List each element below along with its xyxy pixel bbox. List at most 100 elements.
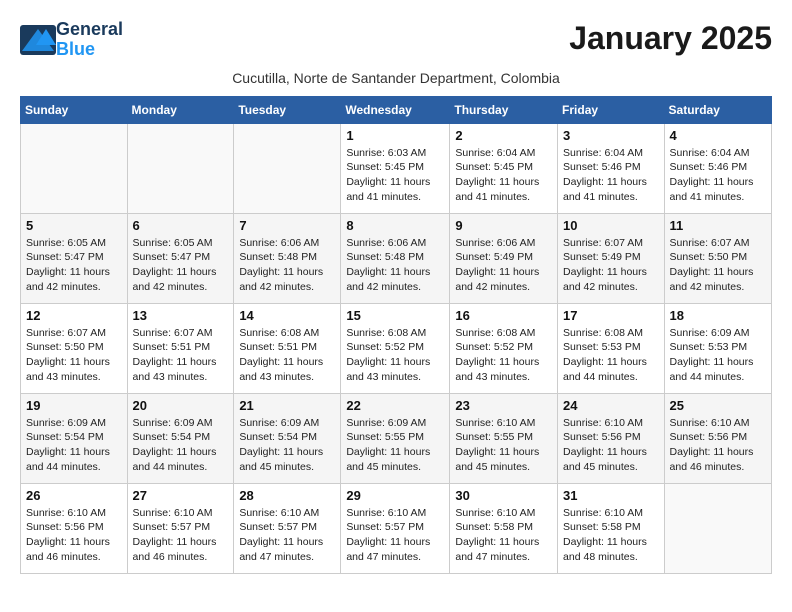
col-sunday: Sunday — [21, 96, 128, 123]
day-number: 23 — [455, 398, 552, 413]
calendar-cell: 13 Sunrise: 6:07 AMSunset: 5:51 PMDayligh… — [127, 303, 234, 393]
day-info: Sunrise: 6:07 AMSunset: 5:51 PMDaylight:… — [133, 326, 229, 385]
day-info: Sunrise: 6:04 AMSunset: 5:46 PMDaylight:… — [563, 146, 659, 205]
calendar-cell: 20Sunrise: 6:09 AMSunset: 5:54 PMDayligh… — [127, 393, 234, 483]
day-number: 26 — [26, 488, 122, 503]
calendar-cell: 1 Sunrise: 6:03 AMSunset: 5:45 PMDaylight… — [341, 123, 450, 213]
day-info: Sunrise: 6:07 AMSunset: 5:50 PMDaylight:… — [670, 236, 766, 295]
day-info: Sunrise: 6:09 AMSunset: 5:54 PMDaylight:… — [239, 416, 335, 475]
day-number: 6 — [133, 218, 229, 233]
day-number: 12 — [26, 308, 122, 323]
day-number: 24 — [563, 398, 659, 413]
day-number: 8 — [346, 218, 444, 233]
calendar-cell: 29Sunrise: 6:10 AMSunset: 5:57 PMDayligh… — [341, 483, 450, 573]
col-wednesday: Wednesday — [341, 96, 450, 123]
day-info: Sunrise: 6:09 AMSunset: 5:55 PMDaylight:… — [346, 416, 444, 475]
day-info: Sunrise: 6:04 AMSunset: 5:45 PMDaylight:… — [455, 146, 552, 205]
col-friday: Friday — [558, 96, 665, 123]
day-info: Sunrise: 6:09 AMSunset: 5:53 PMDaylight:… — [670, 326, 766, 385]
calendar-cell: 19 Sunrise: 6:09 AMSunset: 5:54 PMDayligh… — [21, 393, 128, 483]
day-info: Sunrise: 6:09 AMSunset: 5:54 PMDaylight:… — [26, 416, 122, 475]
calendar-cell: 5 Sunrise: 6:05 AMSunset: 5:47 PMDaylight… — [21, 213, 128, 303]
calendar-cell: 26 Sunrise: 6:10 AMSunset: 5:56 PMDayligh… — [21, 483, 128, 573]
calendar-header-row: Sunday Monday Tuesday Wednesday Thursday… — [21, 96, 772, 123]
day-number: 17 — [563, 308, 659, 323]
calendar-cell: 4Sunrise: 6:04 AMSunset: 5:46 PMDaylight… — [664, 123, 771, 213]
day-number: 31 — [563, 488, 659, 503]
day-info: Sunrise: 6:05 AMSunset: 5:47 PMDaylight:… — [26, 236, 122, 295]
day-info: Sunrise: 6:07 AMSunset: 5:50 PMDaylight:… — [26, 326, 122, 385]
day-info: Sunrise: 6:08 AMSunset: 5:52 PMDaylight:… — [346, 326, 444, 385]
day-number: 19 — [26, 398, 122, 413]
col-monday: Monday — [127, 96, 234, 123]
day-number: 21 — [239, 398, 335, 413]
day-info: Sunrise: 6:04 AMSunset: 5:46 PMDaylight:… — [670, 146, 766, 205]
page-title: January 2025 — [569, 20, 772, 57]
day-number: 15 — [346, 308, 444, 323]
calendar-cell — [21, 123, 128, 213]
day-info: Sunrise: 6:06 AMSunset: 5:49 PMDaylight:… — [455, 236, 552, 295]
day-info: Sunrise: 6:09 AMSunset: 5:54 PMDaylight:… — [133, 416, 229, 475]
calendar-cell: 17 Sunrise: 6:08 AMSunset: 5:53 PMDayligh… — [558, 303, 665, 393]
calendar-cell: 9 Sunrise: 6:06 AMSunset: 5:49 PMDaylight… — [450, 213, 558, 303]
day-number: 1 — [346, 128, 444, 143]
calendar-row-2: 5 Sunrise: 6:05 AMSunset: 5:47 PMDaylight… — [21, 213, 772, 303]
day-number: 7 — [239, 218, 335, 233]
day-number: 14 — [239, 308, 335, 323]
day-info: Sunrise: 6:08 AMSunset: 5:52 PMDaylight:… — [455, 326, 552, 385]
day-number: 10 — [563, 218, 659, 233]
calendar-cell: 6 Sunrise: 6:05 AMSunset: 5:47 PMDaylight… — [127, 213, 234, 303]
day-info: Sunrise: 6:07 AMSunset: 5:49 PMDaylight:… — [563, 236, 659, 295]
day-info: Sunrise: 6:08 AMSunset: 5:53 PMDaylight:… — [563, 326, 659, 385]
calendar-cell — [664, 483, 771, 573]
calendar-cell: 25 Sunrise: 6:10 AMSunset: 5:56 PMDayligh… — [664, 393, 771, 483]
day-number: 13 — [133, 308, 229, 323]
col-saturday: Saturday — [664, 96, 771, 123]
day-info: Sunrise: 6:10 AMSunset: 5:57 PMDaylight:… — [133, 506, 229, 565]
day-number: 11 — [670, 218, 766, 233]
day-info: Sunrise: 6:03 AMSunset: 5:45 PMDaylight:… — [346, 146, 444, 205]
day-info: Sunrise: 6:10 AMSunset: 5:58 PMDaylight:… — [563, 506, 659, 565]
day-number: 2 — [455, 128, 552, 143]
calendar-row-4: 19 Sunrise: 6:09 AMSunset: 5:54 PMDayligh… — [21, 393, 772, 483]
page-subtitle: Cucutilla, Norte de Santander Department… — [20, 70, 772, 86]
day-info: Sunrise: 6:10 AMSunset: 5:56 PMDaylight:… — [26, 506, 122, 565]
day-info: Sunrise: 6:06 AMSunset: 5:48 PMDaylight:… — [239, 236, 335, 295]
day-number: 3 — [563, 128, 659, 143]
day-number: 5 — [26, 218, 122, 233]
calendar-cell: 27Sunrise: 6:10 AMSunset: 5:57 PMDayligh… — [127, 483, 234, 573]
calendar-row-5: 26 Sunrise: 6:10 AMSunset: 5:56 PMDayligh… — [21, 483, 772, 573]
day-info: Sunrise: 6:05 AMSunset: 5:47 PMDaylight:… — [133, 236, 229, 295]
calendar-cell: 24Sunrise: 6:10 AMSunset: 5:56 PMDayligh… — [558, 393, 665, 483]
calendar-cell: 15 Sunrise: 6:08 AMSunset: 5:52 PMDayligh… — [341, 303, 450, 393]
day-number: 25 — [670, 398, 766, 413]
logo-icon — [20, 25, 56, 55]
day-info: Sunrise: 6:10 AMSunset: 5:57 PMDaylight:… — [239, 506, 335, 565]
page-container: General Blue January 2025 Cucutilla, Nor… — [20, 20, 772, 574]
calendar-cell: 12 Sunrise: 6:07 AMSunset: 5:50 PMDayligh… — [21, 303, 128, 393]
logo-general: General — [56, 20, 123, 40]
calendar-cell: 28 Sunrise: 6:10 AMSunset: 5:57 PMDayligh… — [234, 483, 341, 573]
day-info: Sunrise: 6:10 AMSunset: 5:55 PMDaylight:… — [455, 416, 552, 475]
calendar-cell: 31 Sunrise: 6:10 AMSunset: 5:58 PMDayligh… — [558, 483, 665, 573]
calendar-cell: 14 Sunrise: 6:08 AMSunset: 5:51 PMDayligh… — [234, 303, 341, 393]
calendar-cell: 21 Sunrise: 6:09 AMSunset: 5:54 PMDayligh… — [234, 393, 341, 483]
calendar-cell: 23 Sunrise: 6:10 AMSunset: 5:55 PMDayligh… — [450, 393, 558, 483]
day-info: Sunrise: 6:10 AMSunset: 5:57 PMDaylight:… — [346, 506, 444, 565]
calendar-cell: 16Sunrise: 6:08 AMSunset: 5:52 PMDayligh… — [450, 303, 558, 393]
day-info: Sunrise: 6:08 AMSunset: 5:51 PMDaylight:… — [239, 326, 335, 385]
calendar-table: Sunday Monday Tuesday Wednesday Thursday… — [20, 96, 772, 574]
calendar-cell: 7 Sunrise: 6:06 AMSunset: 5:48 PMDaylight… — [234, 213, 341, 303]
calendar-row-3: 12 Sunrise: 6:07 AMSunset: 5:50 PMDayligh… — [21, 303, 772, 393]
day-info: Sunrise: 6:10 AMSunset: 5:58 PMDaylight:… — [455, 506, 552, 565]
day-number: 9 — [455, 218, 552, 233]
logo: General Blue — [20, 20, 123, 60]
calendar-cell: 2 Sunrise: 6:04 AMSunset: 5:45 PMDaylight… — [450, 123, 558, 213]
calendar-cell: 3 Sunrise: 6:04 AMSunset: 5:46 PMDaylight… — [558, 123, 665, 213]
calendar-row-1: 1 Sunrise: 6:03 AMSunset: 5:45 PMDaylight… — [21, 123, 772, 213]
calendar-cell: 11 Sunrise: 6:07 AMSunset: 5:50 PMDayligh… — [664, 213, 771, 303]
day-number: 28 — [239, 488, 335, 503]
day-info: Sunrise: 6:06 AMSunset: 5:48 PMDaylight:… — [346, 236, 444, 295]
day-info: Sunrise: 6:10 AMSunset: 5:56 PMDaylight:… — [670, 416, 766, 475]
calendar-cell — [234, 123, 341, 213]
